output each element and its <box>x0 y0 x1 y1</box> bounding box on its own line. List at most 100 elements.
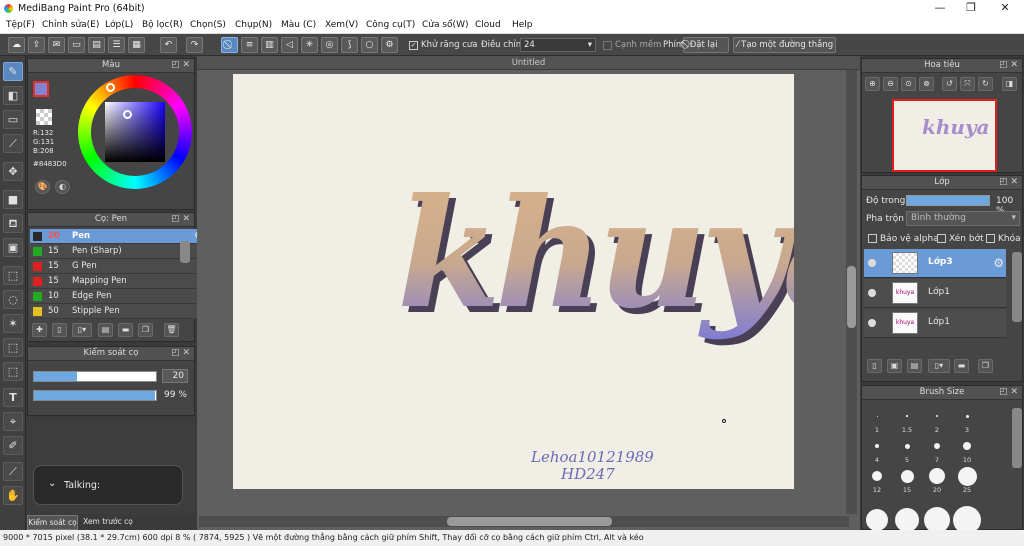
menu-view[interactable]: Xem(V) <box>325 20 358 30</box>
ellipse-snap-icon[interactable]: ○ <box>361 37 378 53</box>
layer-scrollbar[interactable] <box>1012 252 1022 322</box>
magic-wand-tool-icon[interactable]: ✶ <box>3 314 23 333</box>
new-brush-icon[interactable]: ▯ <box>52 323 67 337</box>
hand-tool-icon[interactable]: ✋ <box>3 486 23 505</box>
menu-select[interactable]: Chọn(S) <box>190 20 226 30</box>
vertical-scrollbar[interactable] <box>846 70 857 514</box>
cross-snap-icon[interactable]: ▥ <box>261 37 278 53</box>
folder-icon[interactable]: ▬ <box>954 359 969 373</box>
panel-close-icon[interactable]: ◰ ✕ <box>999 386 1018 399</box>
panel-close-icon[interactable]: ◰ ✕ <box>999 176 1018 189</box>
undo-icon[interactable]: ↶ <box>160 37 177 53</box>
panel-close-icon[interactable]: ◰ ✕ <box>171 59 190 72</box>
brush-item-edge-pen[interactable]: 10 Edge Pen <box>30 289 204 304</box>
snap-off-icon[interactable]: ⃠ <box>221 37 238 53</box>
brush-size-value[interactable]: 20 <box>162 369 188 383</box>
layer-item[interactable]: Lớp3 ⚙ <box>864 249 1006 278</box>
reset-button[interactable]: ⃠ Đặt lại <box>683 37 729 53</box>
adjust-select[interactable]: 24 ▾ <box>520 38 596 52</box>
add-halftone-layer-icon[interactable]: ▤ <box>907 359 922 373</box>
brush-size-dot[interactable] <box>906 415 908 417</box>
menu-color[interactable]: Màu (C) <box>281 20 316 30</box>
settings-gear-icon[interactable]: ⚙ <box>381 37 398 53</box>
transparent-color-swatch[interactable] <box>36 109 52 125</box>
brush-size-dot[interactable] <box>875 444 879 448</box>
brush-size-dot[interactable] <box>934 443 940 449</box>
new-layer-icon[interactable]: ▯ <box>867 359 882 373</box>
grid-icon[interactable]: ▦ <box>128 37 145 53</box>
cloud-icon[interactable]: ☁ <box>8 37 25 53</box>
brush-menu-icon[interactable]: ▯▾ <box>72 323 92 337</box>
panel-close-icon[interactable]: ◰ ✕ <box>999 59 1018 72</box>
panel-close-icon[interactable]: ◰ ✕ <box>171 213 190 226</box>
bucket-tool-icon[interactable]: ⛾ <box>3 214 23 233</box>
menu-cloud[interactable]: Cloud <box>475 20 501 30</box>
trash-icon[interactable]: 🗑 <box>164 323 179 337</box>
zoom-fit-icon[interactable]: ⊙ <box>901 77 916 91</box>
eye-icon[interactable] <box>868 259 876 267</box>
menu-window[interactable]: Cửa sổ(W) <box>422 20 468 30</box>
tab-brush-preview[interactable]: Xem trước cọ <box>80 515 136 530</box>
brush-size-dot[interactable] <box>895 508 919 532</box>
zoom-actual-icon[interactable]: ⊗ <box>919 77 934 91</box>
brush-add-icon[interactable]: ✚ <box>32 323 47 337</box>
duplicate-layer-icon[interactable]: ❐ <box>978 359 993 373</box>
brush-size-slider[interactable] <box>33 371 157 382</box>
tab-brush-control[interactable]: Kiểm soát cọ <box>27 515 78 530</box>
brush-size-dot[interactable] <box>936 415 938 417</box>
palette-icon[interactable]: 🎨 <box>35 180 50 194</box>
eyedropper-tool-icon[interactable]: ⟋ <box>3 462 23 481</box>
canvas-paper[interactable]: khuya khuya Lehoa10121989 HD247 <box>233 74 794 489</box>
select-tool-icon[interactable]: ⬚ <box>3 266 23 285</box>
menu-file[interactable]: Tệp(F) <box>6 20 35 30</box>
brush-copy-icon[interactable]: ▤ <box>98 323 113 337</box>
brush-item-stipple-pen[interactable]: 50 Stipple Pen <box>30 304 204 319</box>
talking-box[interactable]: ⌄ Talking: <box>33 465 183 505</box>
lasso-tool-icon[interactable]: ◌ <box>3 290 23 309</box>
operation-tool-icon[interactable]: ⌖ <box>3 412 23 431</box>
soft-edge-checkbox[interactable] <box>603 41 612 50</box>
brush-size-dot[interactable] <box>876 415 878 417</box>
palette-add-icon[interactable]: ◐ <box>55 180 70 194</box>
fill-shape-tool-icon[interactable]: ■ <box>3 190 23 209</box>
fit-screen-icon[interactable]: ⤧ <box>960 77 975 91</box>
clip-checkbox[interactable] <box>937 234 946 243</box>
brush-size-dot[interactable] <box>929 468 945 484</box>
maximize-button[interactable]: ❐ <box>956 0 986 17</box>
circle-snap-icon[interactable]: ◎ <box>321 37 338 53</box>
vertical-scroll-thumb[interactable] <box>847 266 856 328</box>
divide-tool-icon[interactable]: ✐ <box>3 436 23 455</box>
comment-icon[interactable]: ✉ <box>48 37 65 53</box>
horizontal-scroll-thumb[interactable] <box>447 517 612 526</box>
protect-alpha-checkbox[interactable] <box>868 234 877 243</box>
gradient-tool-icon[interactable]: ▣ <box>3 238 23 257</box>
panel-close-icon[interactable]: ◰ ✕ <box>171 347 190 360</box>
menu-layer[interactable]: Lớp(L) <box>105 20 133 30</box>
hue-ring[interactable] <box>78 75 192 189</box>
brush-tool-icon[interactable]: ✎ <box>3 62 23 81</box>
brush-size-dot[interactable] <box>904 443 910 449</box>
menu-filter[interactable]: Bộ lọc(R) <box>142 20 183 30</box>
eraser-tool-icon[interactable]: ◧ <box>3 86 23 105</box>
lock-checkbox[interactable] <box>986 234 995 243</box>
brush-size-dot[interactable] <box>866 509 888 531</box>
canvas-tab[interactable]: Untitled <box>197 56 860 70</box>
parallel-snap-icon[interactable]: ≡ <box>241 37 258 53</box>
list-icon[interactable]: ☰ <box>108 37 125 53</box>
screen-icon[interactable]: ▭ <box>68 37 85 53</box>
straight-line-button[interactable]: ⁄ Tạo một đường thẳng <box>733 37 836 53</box>
saturation-square[interactable] <box>105 102 165 162</box>
vanish-snap-icon[interactable]: ◁ <box>281 37 298 53</box>
horizontal-scrollbar[interactable] <box>199 516 849 527</box>
menu-snap[interactable]: Chụp(N) <box>235 20 272 30</box>
zoom-out-icon[interactable]: ⊖ <box>883 77 898 91</box>
zoom-in-icon[interactable]: ⊕ <box>865 77 880 91</box>
move-tool-icon[interactable]: ✥ <box>3 162 23 181</box>
select-eraser-tool-icon[interactable]: ⬚ <box>3 362 23 381</box>
gear-icon[interactable]: ⚙ <box>993 256 1004 270</box>
rotate-right-icon[interactable]: ↻ <box>978 77 993 91</box>
flip-icon[interactable]: ◨ <box>1002 77 1017 91</box>
brush-list-scrollbar[interactable] <box>180 241 190 263</box>
menu-help[interactable]: Help <box>512 20 533 30</box>
radial-snap-icon[interactable]: ✳ <box>301 37 318 53</box>
